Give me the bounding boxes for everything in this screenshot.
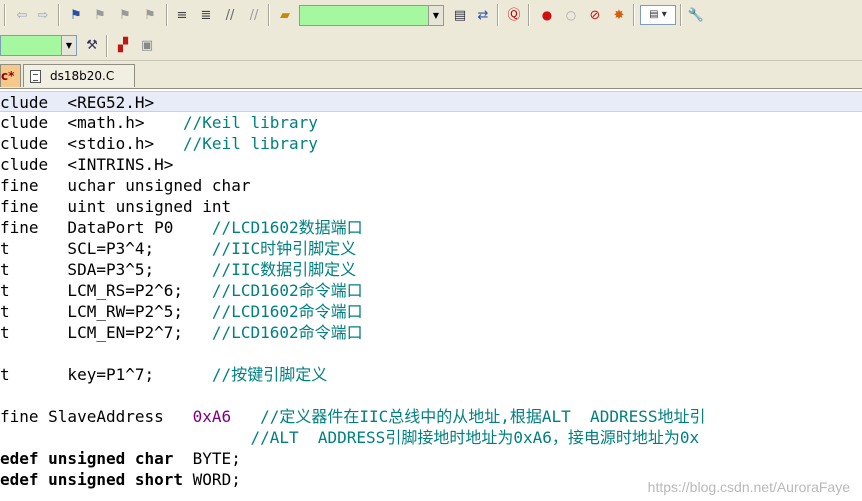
find-combo[interactable]: ▼ xyxy=(299,5,444,26)
tab-ds18b20[interactable]: ds18b20.C xyxy=(23,64,135,87)
code-token: fine SlaveAddress xyxy=(0,407,193,426)
code-token: t SCL=P3^4; xyxy=(0,239,212,258)
code-line[interactable]: t SDA=P3^5; //IIC数据引脚定义 xyxy=(0,259,862,280)
toolbar-separator xyxy=(680,4,682,26)
target-options-icon[interactable]: ⚒ xyxy=(82,35,102,55)
code-token: WORD; xyxy=(183,470,241,489)
replace-icon[interactable]: ⇄ xyxy=(473,5,493,25)
code-line[interactable]: t LCM_RW=P2^5; //LCD1602命令端口 xyxy=(0,301,862,322)
code-line[interactable]: t SCL=P3^4; //IIC时钟引脚定义 xyxy=(0,238,862,259)
chevron-down-icon[interactable]: ▼ xyxy=(61,36,76,55)
tab-current-file[interactable]: c* xyxy=(0,64,21,87)
bookmark-prev-icon[interactable]: ⚑ xyxy=(90,5,110,25)
code-comment: //LCD1602命令端口 xyxy=(211,281,363,300)
toolbar-separator xyxy=(528,4,530,26)
tab-label: ds18b20.C xyxy=(50,69,115,83)
file-icon xyxy=(30,69,41,83)
toolbar-separator xyxy=(4,4,6,26)
code-line[interactable]: t key=P1^7; //按键引脚定义 xyxy=(0,364,862,385)
breakpoint-enable-icon[interactable]: ○ xyxy=(561,5,581,25)
breakpoint-insert-icon[interactable]: ● xyxy=(537,5,557,25)
code-line[interactable]: fine uchar unsigned char xyxy=(0,175,862,196)
code-comment: //LCD1602命令端口 xyxy=(211,302,363,321)
code-token: clude <INTRINS.H> xyxy=(0,155,174,174)
main-toolbar: ⇦ ⇨ ⚑ ⚑ ⚑ ⚑ ≡ ≣ // // ▰ ▼ ▤ ⇄ Ⓠ ● ○ ⊘ ✸ … xyxy=(0,0,862,32)
editor-tab-bar: c* ds18b20.C xyxy=(0,61,862,89)
code-line[interactable]: //ALT ADDRESS引脚接地时地址为0xA6，接电源时地址为0x xyxy=(0,427,862,448)
code-line[interactable]: clude <math.h> //Keil library xyxy=(0,112,862,133)
code-token: edef unsigned char xyxy=(0,449,174,468)
comment-icon[interactable]: // xyxy=(220,5,240,25)
breakpoint-kill-all-icon[interactable]: ✸ xyxy=(609,5,629,25)
code-comment: //按键引脚定义 xyxy=(211,365,328,384)
chevron-down-icon[interactable]: ▼ xyxy=(428,6,443,25)
code-token: fine DataPort P0 xyxy=(0,218,212,237)
code-token: t LCM_RW=P2^5; xyxy=(0,302,212,321)
code-token: BYTE; xyxy=(173,449,241,468)
code-line[interactable]: clude <INTRINS.H> xyxy=(0,154,862,175)
build-toolbar: ▼ ⚒ ▞ ▣ xyxy=(0,31,862,61)
toolbar-separator xyxy=(633,4,635,26)
code-editor[interactable]: clude <REG52.H> clude <math.h> //Keil lib… xyxy=(0,89,862,501)
code-line[interactable]: t LCM_RS=P2^6; //LCD1602命令端口 xyxy=(0,280,862,301)
code-number: 0xA6 xyxy=(192,407,232,426)
bookmark-toggle-icon[interactable]: ⚑ xyxy=(66,5,86,25)
breakpoint-disable-all-icon[interactable]: ⊘ xyxy=(585,5,605,25)
find-in-files-icon[interactable]: ▤ xyxy=(450,5,470,25)
code-line[interactable]: t LCM_EN=P2^7; //LCD1602命令端口 xyxy=(0,322,862,343)
toolbar-separator xyxy=(58,4,60,26)
manage-components-icon[interactable]: ▞ xyxy=(113,35,133,55)
code-line[interactable]: clude <REG52.H> xyxy=(0,91,862,112)
code-comment: //LCD1602命令端口 xyxy=(211,323,363,342)
code-line[interactable] xyxy=(0,343,862,364)
bookmark-next-icon[interactable]: ⚑ xyxy=(115,5,135,25)
code-token: t LCM_EN=P2^7; xyxy=(0,323,212,342)
code-token: fine uchar unsigned char xyxy=(0,176,251,195)
toolbar-separator xyxy=(497,4,499,26)
uncomment-icon[interactable]: // xyxy=(244,5,264,25)
debug-start-icon[interactable]: Ⓠ xyxy=(504,5,524,25)
code-token: clude <math.h> xyxy=(0,113,184,132)
code-comment: //IIC时钟引脚定义 xyxy=(211,239,357,258)
wrench-icon[interactable]: 🔧 xyxy=(686,5,706,25)
code-token: t LCM_RS=P2^6; xyxy=(0,281,212,300)
indent-icon[interactable]: ≡ xyxy=(172,5,192,25)
code-token: fine uint unsigned int xyxy=(0,197,232,216)
code-line[interactable]: fine SlaveAddress 0xA6 //定义器件在IIC总线中的从地址… xyxy=(0,406,862,427)
bookmark-clear-icon[interactable]: ⚑ xyxy=(140,5,160,25)
code-line[interactable] xyxy=(0,385,862,406)
window-layout-dropdown[interactable]: ▤ ▾ xyxy=(640,5,676,25)
code-line[interactable]: fine DataPort P0 //LCD1602数据端口 xyxy=(0,217,862,238)
code-token: t key=P1^7; xyxy=(0,365,212,384)
code-token: t SDA=P3^5; xyxy=(0,260,212,279)
code-comment: //定义器件在IIC总线中的从地址,根据ALT ADDRESS地址引 xyxy=(260,407,706,426)
nav-forward-icon[interactable]: ⇨ xyxy=(33,5,53,25)
code-token: clude <REG52.H> xyxy=(0,93,155,112)
code-comment: //ALT ADDRESS引脚接地时地址为0xA6，接电源时地址为0x xyxy=(250,428,700,447)
code-line[interactable]: clude <stdio.h> //Keil library xyxy=(0,133,862,154)
select-packs-icon[interactable]: ▣ xyxy=(137,35,157,55)
code-comment: //IIC数据引脚定义 xyxy=(211,260,357,279)
toolbar-separator xyxy=(106,35,108,57)
unindent-icon[interactable]: ≣ xyxy=(196,5,216,25)
toolbar-separator xyxy=(268,4,270,26)
code-comment: //Keil library xyxy=(183,134,318,153)
code-comment: //LCD1602数据端口 xyxy=(211,218,363,237)
open-folder-icon[interactable]: ▰ xyxy=(275,5,295,25)
tab-label: c* xyxy=(1,69,15,83)
target-select[interactable]: ▼ xyxy=(0,35,77,56)
toolbar-separator xyxy=(166,4,168,26)
code-line[interactable]: fine uint unsigned int xyxy=(0,196,862,217)
code-comment: //Keil library xyxy=(183,113,318,132)
code-line[interactable]: edef unsigned char BYTE; xyxy=(0,448,862,469)
code-token: edef unsigned short xyxy=(0,470,184,489)
nav-back-icon[interactable]: ⇦ xyxy=(12,5,32,25)
code-token: clude <stdio.h> xyxy=(0,134,184,153)
watermark: https://blog.csdn.net/AuroraFaye xyxy=(647,479,850,495)
